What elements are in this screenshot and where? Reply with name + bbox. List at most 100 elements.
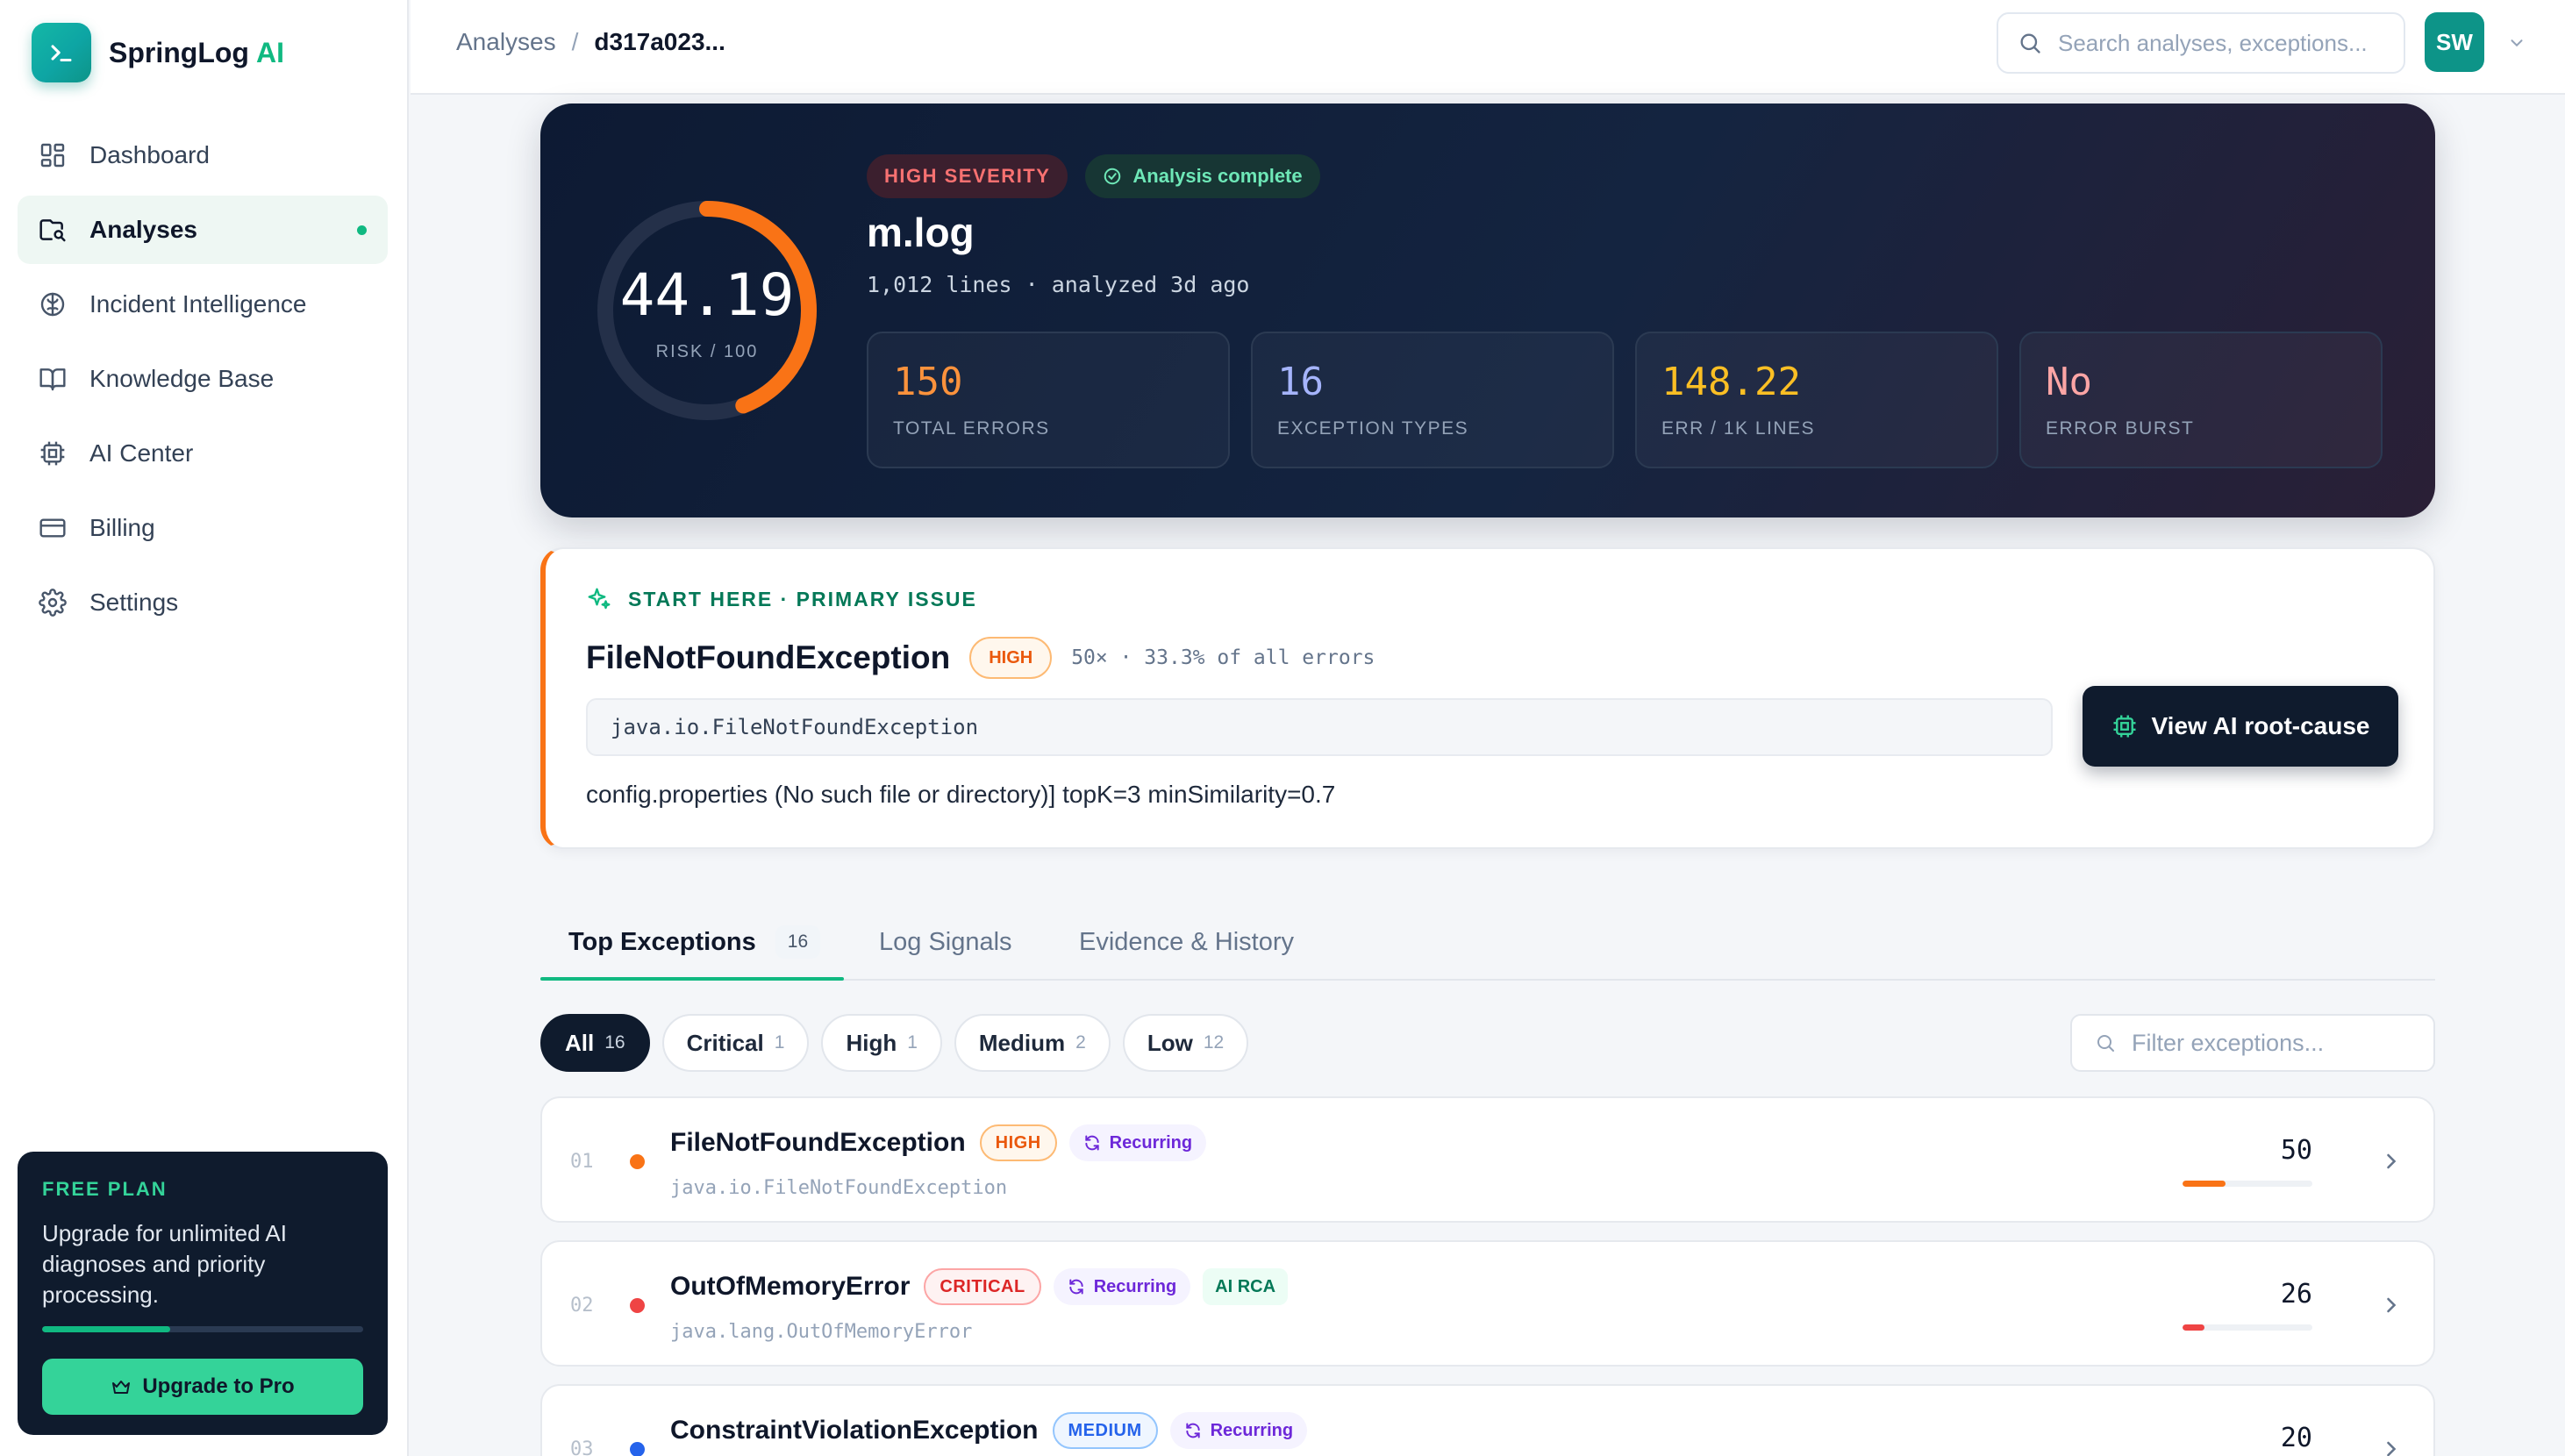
dashboard-icon — [37, 139, 68, 171]
chip-label: High — [846, 1029, 897, 1056]
stat-value: No — [2046, 360, 2092, 404]
exception-filter[interactable] — [2070, 1014, 2435, 1072]
nav-item-incident-intelligence[interactable]: Incident Intelligence — [18, 270, 388, 339]
analyses-icon — [37, 214, 68, 246]
severity-pill: HIGH — [979, 1124, 1057, 1161]
avatar[interactable]: SW — [2425, 12, 2484, 72]
stat-exception-types: 16 EXCEPTION TYPES — [1251, 332, 1614, 468]
stat-value: 150 — [893, 360, 963, 404]
nav-label: Knowledge Base — [89, 365, 275, 392]
exception-row[interactable]: 01 FileNotFoundException HIGH Recurring … — [540, 1096, 2435, 1223]
nav-item-knowledge-base[interactable]: Knowledge Base — [18, 345, 388, 413]
tab-bar: Top Exceptions 16 Log Signals Evidence &… — [540, 903, 2435, 981]
tab-top-exceptions[interactable]: Top Exceptions 16 — [568, 903, 821, 981]
nav-item-ai-center[interactable]: AI Center — [18, 419, 388, 488]
occurrence-count: 20 — [2280, 1423, 2312, 1453]
tab-label: Top Exceptions — [568, 927, 756, 956]
row-index: 01 — [570, 1151, 594, 1173]
stat-value: 148.22 — [1661, 360, 1801, 404]
tab-evidence-history[interactable]: Evidence & History — [1079, 903, 1294, 981]
filter-chip-low[interactable]: Low 12 — [1122, 1014, 1249, 1072]
nav-label: Incident Intelligence — [89, 290, 307, 318]
stat-total-errors: 150 TOTAL ERRORS — [867, 332, 1230, 468]
log-filename: m.log — [867, 210, 975, 255]
active-tab-indicator — [540, 977, 844, 981]
nav-label: Settings — [89, 589, 179, 616]
breadcrumb-separator: / — [571, 28, 579, 55]
plan-text: Upgrade for unlimited AI diagnoses and p… — [42, 1220, 287, 1308]
chip-label: Medium — [978, 1029, 1066, 1056]
chip-label: Low — [1147, 1029, 1193, 1056]
view-ai-root-cause-button[interactable]: View AI root-cause — [2083, 686, 2398, 767]
row-index: 02 — [570, 1295, 594, 1317]
frequency-bar — [2183, 1324, 2312, 1331]
stat-label: EXCEPTION TYPES — [1277, 418, 1469, 439]
sparkle-icon — [588, 588, 611, 610]
crown-icon — [112, 1381, 131, 1394]
filter-input[interactable] — [2132, 1029, 2430, 1057]
tab-count: 16 — [775, 925, 821, 959]
nav-label: Dashboard — [89, 141, 210, 168]
exception-row[interactable]: 02 OutOfMemoryError CRITICAL Recurring A… — [540, 1240, 2435, 1367]
tab-log-signals[interactable]: Log Signals — [879, 903, 1012, 981]
row-header: FileNotFoundException HIGH Recurring — [670, 1124, 1207, 1161]
severity-dot — [630, 1154, 645, 1169]
book-icon — [37, 363, 68, 395]
nav-item-settings[interactable]: Settings — [18, 568, 388, 637]
status-text: Analysis complete — [1132, 165, 1303, 187]
recurring-label: Recurring — [1093, 1276, 1177, 1296]
filter-chip-all[interactable]: All 16 — [540, 1014, 650, 1072]
primary-issue-card: START HERE · PRIMARY ISSUE FileNotFoundE… — [540, 547, 2435, 849]
stat-row: 150 TOTAL ERRORS 16 EXCEPTION TYPES 148.… — [867, 332, 2383, 468]
chip-count: 12 — [1203, 1032, 1225, 1053]
sidebar: SpringLog AI Dashboard Analyses Incident… — [0, 0, 409, 1456]
refresh-icon — [1069, 1279, 1083, 1295]
nav-item-analyses[interactable]: Analyses — [18, 196, 388, 264]
chevron-right-icon[interactable] — [2379, 1293, 2404, 1317]
search-input[interactable] — [2058, 29, 2391, 57]
filter-chip-medium[interactable]: Medium 2 — [954, 1014, 1111, 1072]
plan-usage-fill — [42, 1326, 171, 1332]
nav-item-billing[interactable]: Billing — [18, 494, 388, 562]
search-icon — [2097, 1035, 2114, 1052]
chevron-right-icon[interactable] — [2379, 1437, 2404, 1456]
plan-label: FREE PLAN — [42, 1178, 168, 1200]
risk-label: RISK / 100 — [655, 342, 759, 361]
exception-class: java.io.FileNotFoundException — [670, 1177, 1008, 1199]
stat-error-rate: 148.22 ERR / 1K LINES — [1635, 332, 1998, 468]
exception-message: config.properties (No such file or direc… — [586, 781, 1336, 808]
severity-pill: CRITICAL — [924, 1268, 1041, 1305]
stat-label: ERROR BURST — [2046, 418, 2195, 439]
brand[interactable]: SpringLog AI — [32, 23, 284, 82]
plan-card: FREE PLAN Upgrade for unlimited AI diagn… — [18, 1152, 388, 1435]
exception-row[interactable]: 03 ConstraintViolationException MEDIUM R… — [540, 1384, 2435, 1456]
exception-name: FileNotFoundException — [670, 1128, 966, 1157]
global-search[interactable] — [1997, 12, 2405, 74]
chip-icon — [2113, 715, 2136, 738]
filter-chip-critical[interactable]: Critical 1 — [661, 1014, 810, 1072]
primary-issue-title-row: FileNotFoundException HIGH 50× · 33.3% o… — [586, 637, 1375, 679]
chevron-right-icon[interactable] — [2379, 1149, 2404, 1174]
refresh-icon — [1185, 1423, 1200, 1438]
severity-badge: HIGH SEVERITY — [867, 154, 1068, 198]
upgrade-button[interactable]: Upgrade to Pro — [42, 1359, 363, 1415]
filter-chip-high[interactable]: High 1 — [821, 1014, 942, 1072]
severity-dot — [630, 1298, 645, 1313]
plan-usage-bar — [42, 1326, 363, 1332]
chip-count: 1 — [907, 1032, 918, 1053]
nav-item-dashboard[interactable]: Dashboard — [18, 121, 388, 189]
risk-score: 44.19 — [619, 261, 795, 329]
recurring-pill: Recurring — [1169, 1412, 1308, 1449]
breadcrumb-root[interactable]: Analyses — [456, 28, 556, 56]
tab-label: Log Signals — [879, 927, 1012, 956]
analysis-hero: 44.19 RISK / 100 HIGH SEVERITY Analysis … — [540, 103, 2435, 517]
recurring-label: Recurring — [1109, 1132, 1193, 1153]
tab-label: Evidence & History — [1079, 927, 1294, 956]
chip-label: All — [565, 1029, 595, 1056]
ai-rca-pill: AI RCA — [1203, 1268, 1289, 1305]
nav-label: Billing — [89, 514, 155, 541]
chevron-down-icon[interactable] — [2507, 33, 2526, 53]
chip-count: 16 — [604, 1032, 625, 1053]
check-circle-icon — [1104, 168, 1121, 185]
row-index: 03 — [570, 1438, 594, 1456]
